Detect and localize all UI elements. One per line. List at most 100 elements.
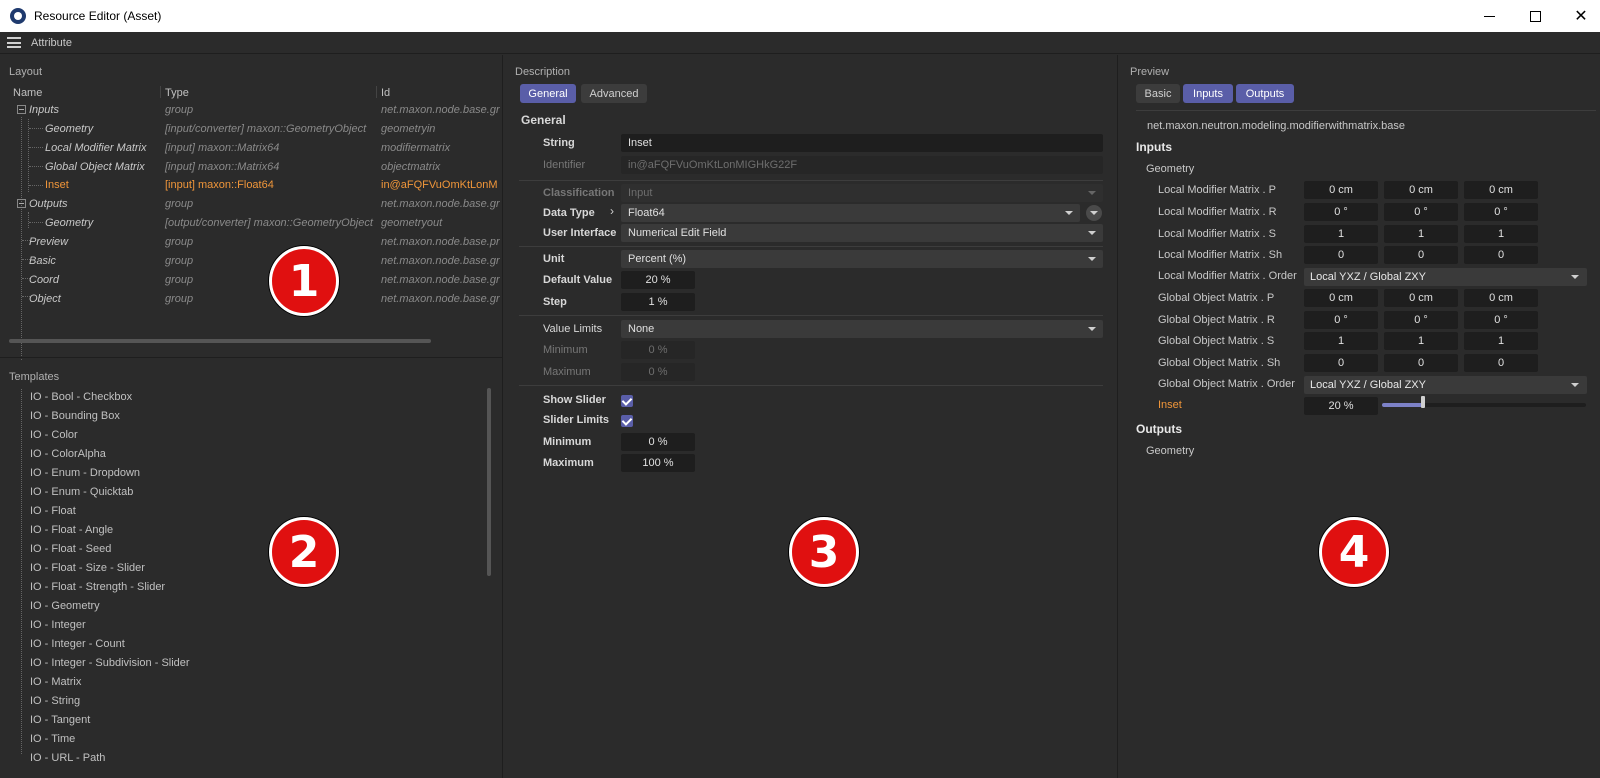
menu-bar: Attribute [0,32,1600,54]
param-y-input[interactable]: 1 [1384,225,1458,243]
template-item[interactable]: IO - Bool - Checkbox [30,391,132,403]
datatype-menu-button[interactable] [1086,205,1102,221]
ui-dropdown[interactable]: Numerical Edit Field [621,224,1103,242]
template-item[interactable]: IO - Time [30,733,75,745]
template-item[interactable]: IO - Float - Seed [30,543,111,555]
param-x-input[interactable]: 0 cm [1304,181,1378,199]
template-item[interactable]: IO - String [30,695,80,707]
tab-inputs[interactable]: Inputs [1183,84,1233,103]
tree-row-inputs[interactable]: Inputs group net.maxon.node.base.gr [0,101,503,120]
step-input[interactable]: 1 % [621,293,695,311]
column-header-id[interactable]: Id [381,87,390,99]
column-header-type[interactable]: Type [165,87,189,99]
param-x-input[interactable]: 1 [1304,225,1378,243]
slider-maximum-input[interactable]: 100 % [621,454,695,472]
value-limits-dropdown[interactable]: None [621,320,1103,338]
chevron-right-icon[interactable]: › [610,204,614,218]
tab-basic[interactable]: Basic [1136,84,1180,103]
param-y-input[interactable]: 0 [1384,354,1458,372]
tab-general[interactable]: General [520,84,576,103]
tree-row-object[interactable]: Object group net.maxon.node.base.gr [0,290,503,309]
param-z-input[interactable]: 1 [1464,332,1538,350]
order-dropdown[interactable]: Local YXZ / Global ZXY [1304,376,1587,394]
param-z-input[interactable]: 0 [1464,246,1538,264]
param-y-input[interactable]: 0 cm [1384,181,1458,199]
column-header-name[interactable]: Name [13,87,42,99]
template-item[interactable]: IO - URL - Path [30,752,105,764]
tree-row-global-object-matrix[interactable]: Global Object Matrix [input] maxon::Matr… [0,158,503,177]
default-value-input[interactable]: 20 % [621,271,695,289]
templates-vertical-scrollbar[interactable] [487,388,491,576]
template-item[interactable]: IO - Integer - Subdivision - Slider [30,657,190,669]
layout-horizontal-scrollbar[interactable] [9,339,431,343]
datatype-dropdown[interactable]: Float64 [621,204,1080,222]
maximum-input[interactable]: 0 % [621,363,695,381]
tab-outputs[interactable]: Outputs [1236,84,1294,103]
param-z-input[interactable]: 0 ° [1464,311,1538,329]
param-x-input[interactable]: 0 ° [1304,311,1378,329]
param-x-input[interactable]: 0 cm [1304,289,1378,307]
template-item[interactable]: IO - Color [30,429,78,441]
template-item[interactable]: IO - Float - Angle [30,524,113,536]
template-item[interactable]: IO - Float - Size - Slider [30,562,145,574]
tree-row-preview[interactable]: Preview group net.maxon.node.base.pr [0,233,503,252]
tree-row-inset-selected[interactable]: Inset [input] maxon::Float64 in@aFQFVuOm… [0,176,503,195]
collapse-icon[interactable] [17,199,26,208]
minimum-input[interactable]: 0 % [621,341,695,359]
template-item[interactable]: IO - Float - Strength - Slider [30,581,165,593]
template-item[interactable]: IO - Geometry [30,600,100,612]
template-item[interactable]: IO - Enum - Quicktab [30,486,133,498]
param-x-input[interactable]: 0 [1304,246,1378,264]
tree-row-basic[interactable]: Basic group net.maxon.node.base.gr [0,252,503,271]
param-y-input[interactable]: 0 ° [1384,311,1458,329]
param-y-input[interactable]: 0 ° [1384,203,1458,221]
inset-slider[interactable] [1382,403,1586,407]
param-label: Local Modifier Matrix . Sh [1158,249,1283,261]
param-y-input[interactable]: 0 cm [1384,289,1458,307]
inset-input[interactable]: 20 % [1304,397,1378,415]
inset-slider-handle[interactable] [1421,396,1425,408]
show-slider-checkbox[interactable] [621,395,633,407]
tree-row-coord[interactable]: Coord group net.maxon.node.base.gr [0,271,503,290]
template-item[interactable]: IO - ColorAlpha [30,448,106,460]
param-z-input[interactable]: 0 cm [1464,289,1538,307]
param-x-input[interactable]: 0 [1304,354,1378,372]
param-z-input[interactable]: 1 [1464,225,1538,243]
template-item[interactable]: IO - Float [30,505,76,517]
param-x-input[interactable]: 0 ° [1304,203,1378,221]
template-item[interactable]: IO - Matrix [30,676,81,688]
param-z-input[interactable]: 0 [1464,354,1538,372]
collapse-icon[interactable] [17,105,26,114]
slider-limits-label: Slider Limits [543,414,610,426]
maximize-button[interactable] [1512,0,1558,32]
value-limits-label: Value Limits [543,323,603,335]
hamburger-menu-icon[interactable] [7,37,21,48]
slider-minimum-input[interactable]: 0 % [621,433,695,451]
string-input[interactable]: Inset [621,134,1103,152]
minimize-button[interactable] [1466,0,1512,32]
param-y-input[interactable]: 0 [1384,246,1458,264]
template-item[interactable]: IO - Integer [30,619,86,631]
template-item[interactable]: IO - Bounding Box [30,410,120,422]
close-button[interactable]: ✕ [1558,0,1600,32]
identifier-input[interactable]: in@aFQFVuOmKtLonMIGHkG22F [621,156,1103,174]
tree-row-outputs[interactable]: Outputs group net.maxon.node.base.gr [0,195,503,214]
tab-advanced[interactable]: Advanced [581,84,647,103]
tree-row-local-modifier-matrix[interactable]: Local Modifier Matrix [input] maxon::Mat… [0,139,503,158]
unit-dropdown[interactable]: Percent (%) [621,250,1103,268]
template-item[interactable]: IO - Integer - Count [30,638,125,650]
param-z-input[interactable]: 0 ° [1464,203,1538,221]
order-dropdown[interactable]: Local YXZ / Global ZXY [1304,268,1587,286]
tree-row-geometry-in[interactable]: Geometry [input/converter] maxon::Geomet… [0,120,503,139]
classification-dropdown[interactable]: Input [621,184,1103,202]
param-y-input[interactable]: 1 [1384,332,1458,350]
minimum-label: Minimum [543,344,588,356]
tree-row-geometry-out[interactable]: Geometry [output/converter] maxon::Geome… [0,214,503,233]
template-item[interactable]: IO - Enum - Dropdown [30,467,140,479]
template-item[interactable]: IO - Tangent [30,714,90,726]
slider-limits-checkbox[interactable] [621,415,633,427]
param-z-input[interactable]: 0 cm [1464,181,1538,199]
outputs-heading: Outputs [1136,422,1182,436]
menu-attribute[interactable]: Attribute [31,37,72,49]
param-x-input[interactable]: 1 [1304,332,1378,350]
